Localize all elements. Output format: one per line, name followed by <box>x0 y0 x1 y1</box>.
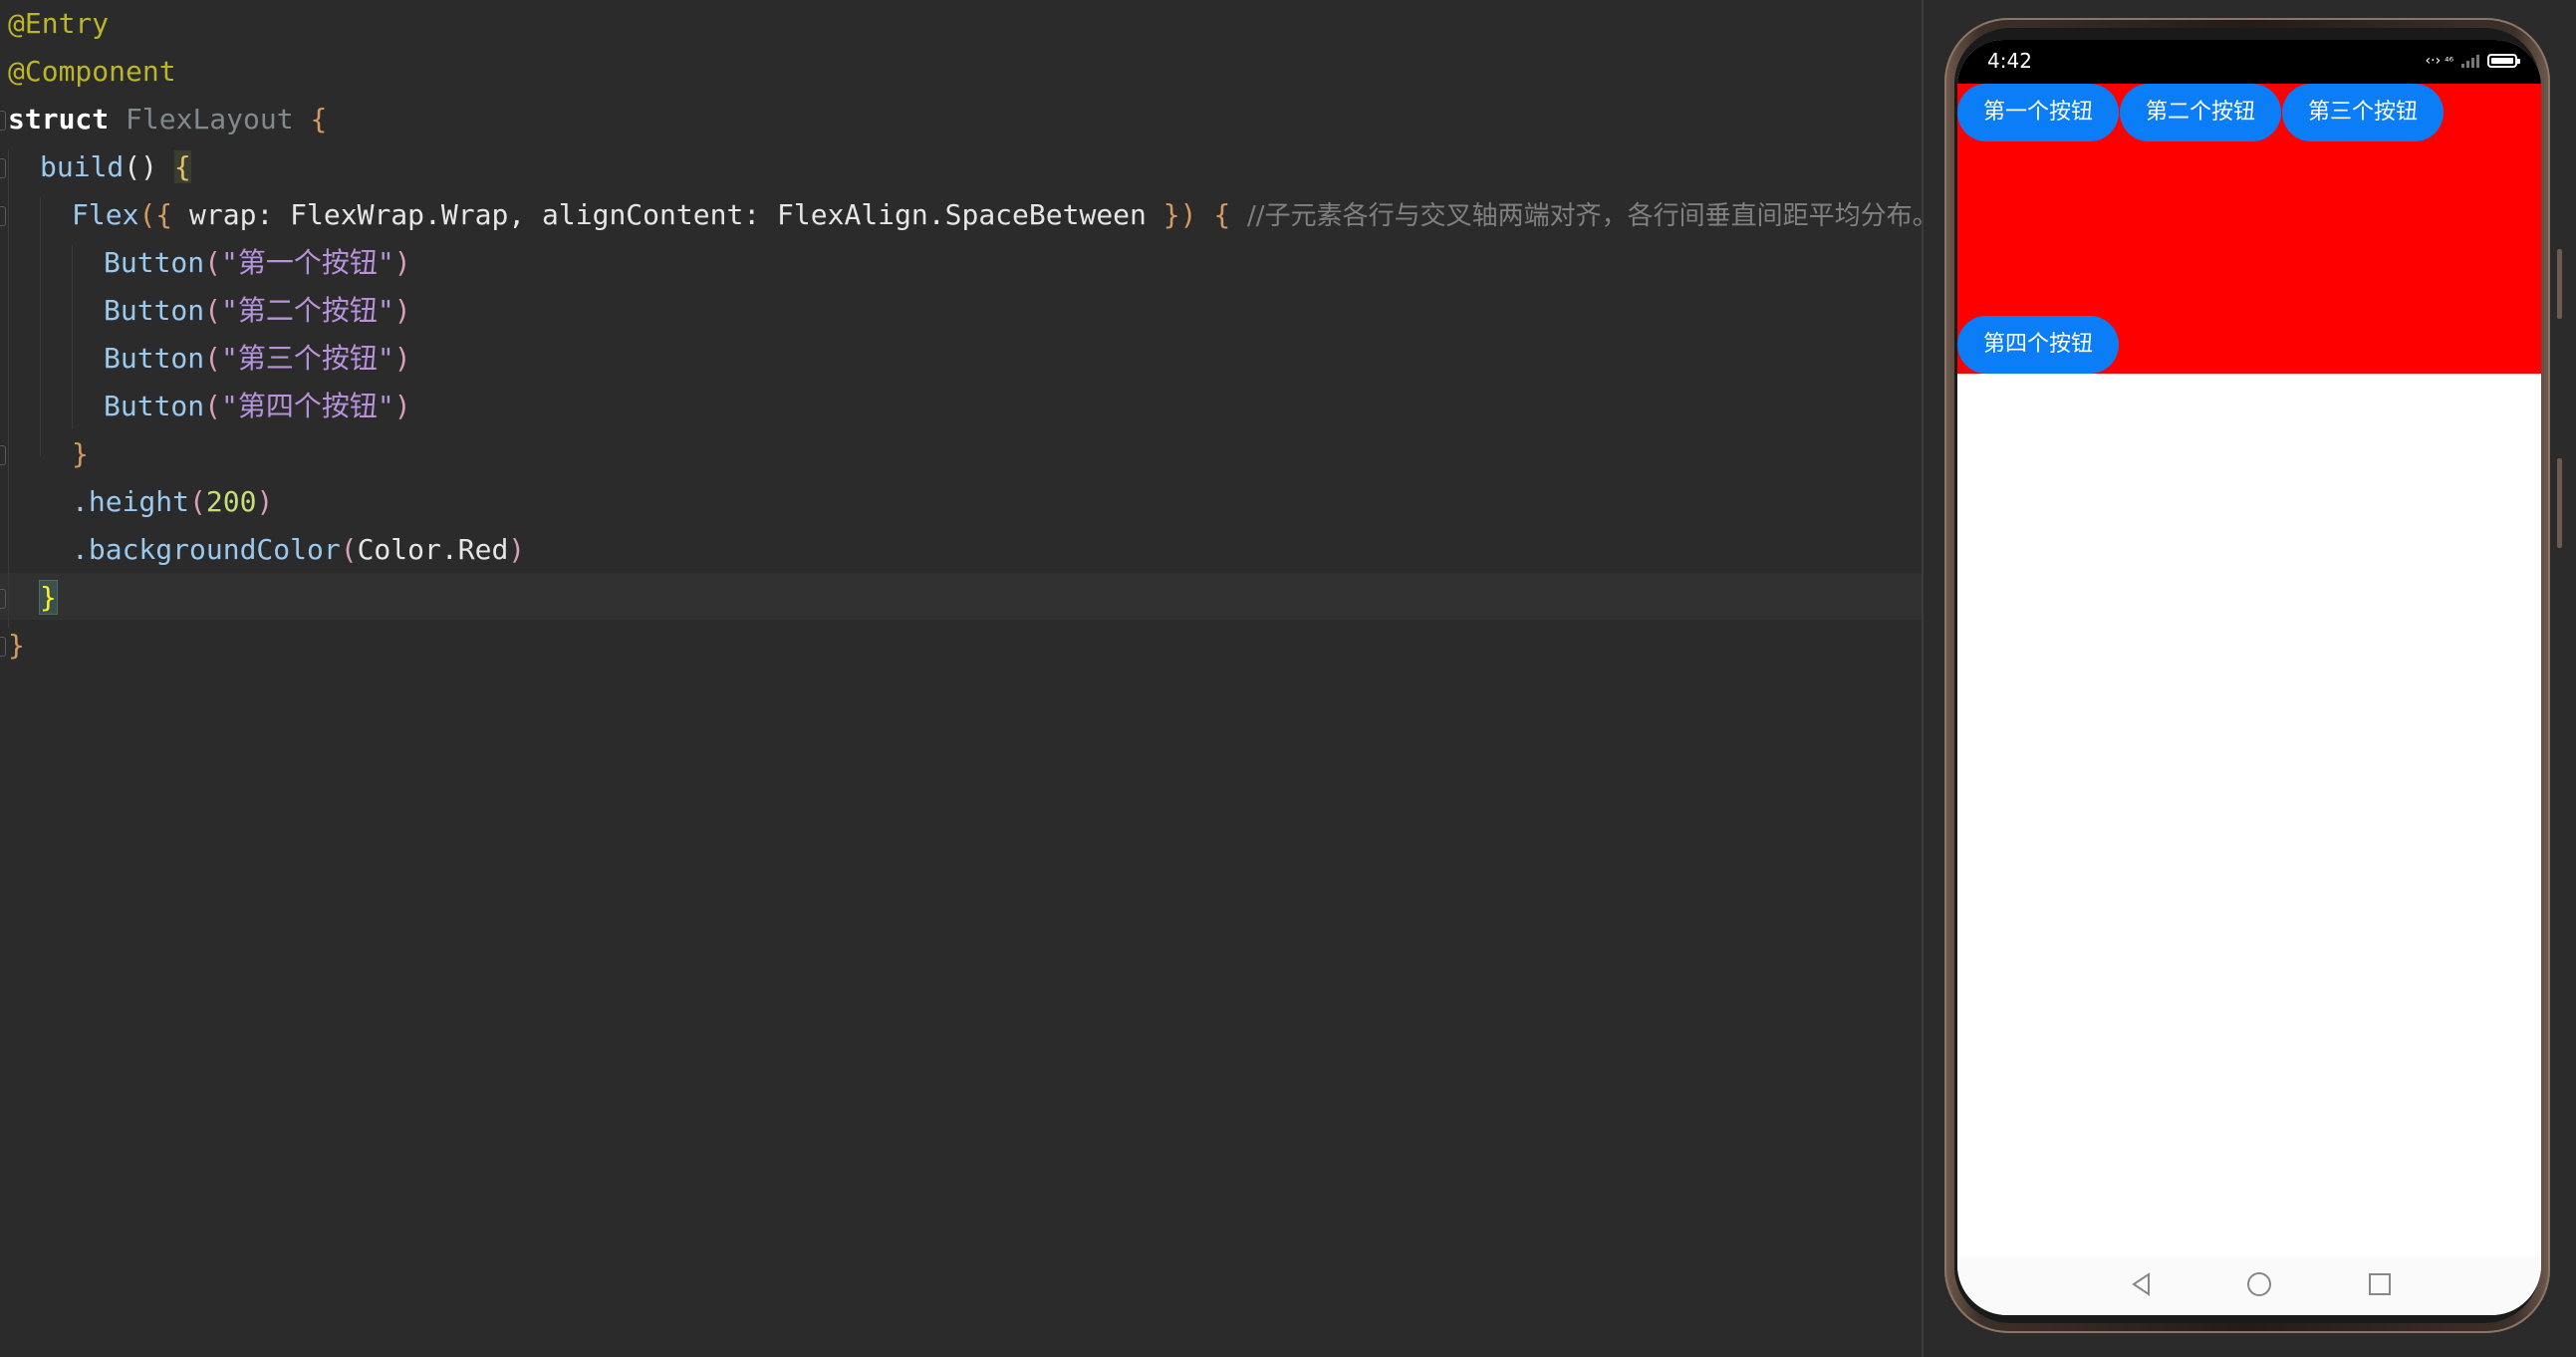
device-screen[interactable]: 4:42 ‹·› ⁴⁶ 第一个按钮 第二个按钮 第三个按钮 第四个按钮 <box>1957 40 2541 1315</box>
function-token: Flex <box>72 198 139 231</box>
paren-token: ( <box>204 246 222 279</box>
annotation-token: @Component <box>8 55 176 88</box>
indent-guide <box>40 197 41 456</box>
signal-icon <box>2461 54 2479 68</box>
paren-token: ( <box>204 294 222 327</box>
code-editor[interactable]: @Entry @Component struct FlexLayout { bu… <box>0 0 1938 1357</box>
keyword-token: struct <box>8 103 110 136</box>
annotation-token: @Entry <box>8 7 110 40</box>
button-second[interactable]: 第二个按钮 <box>2120 84 2281 141</box>
code-line-7[interactable]: Button("第二个按钮") <box>104 287 411 335</box>
fold-marker-icon[interactable] <box>0 589 6 609</box>
comment-token: //子元素各行与交叉轴两端对齐，各行间垂直间距平均分布。 <box>1247 201 1938 231</box>
code-line-14[interactable]: } <box>8 622 25 670</box>
string-token: "第四个按钮" <box>221 390 394 422</box>
function-token: build <box>40 150 125 183</box>
code-line-1[interactable]: @Entry <box>8 0 109 48</box>
ide-window: @Entry @Component struct FlexLayout { bu… <box>0 0 2576 1357</box>
back-icon[interactable] <box>2129 1271 2155 1297</box>
paren-token: ( <box>204 342 222 375</box>
code-line-8[interactable]: Button("第三个按钮") <box>104 335 411 383</box>
paren-token: ( <box>340 533 358 566</box>
navigation-bar <box>1957 1257 2541 1315</box>
code-line-2[interactable]: @Component <box>8 48 176 96</box>
function-token: Button <box>104 246 205 279</box>
recent-apps-icon[interactable] <box>2369 1273 2391 1295</box>
code-line-6[interactable]: Button("第一个按钮") <box>104 239 411 287</box>
button-first[interactable]: 第一个按钮 <box>1957 84 2119 141</box>
current-line-highlight <box>0 573 1922 620</box>
code-line-10[interactable]: } <box>72 430 89 478</box>
function-token: .backgroundColor <box>72 533 341 566</box>
home-icon[interactable] <box>2247 1272 2271 1296</box>
status-icons: ‹·› ⁴⁶ <box>2425 50 2520 72</box>
function-token: .height <box>72 485 190 518</box>
paren-token: ) <box>393 246 411 279</box>
function-token: Button <box>104 342 205 375</box>
args-token: wrap: FlexWrap.Wrap, alignContent: FlexA… <box>189 198 1163 231</box>
fold-marker-icon[interactable] <box>0 445 6 465</box>
status-time: 4:42 <box>1987 49 2032 73</box>
volume-button <box>2557 249 2562 319</box>
fold-marker-icon[interactable] <box>0 158 6 178</box>
button-fourth[interactable]: 第四个按钮 <box>1957 316 2119 374</box>
flex-container: 第一个按钮 第二个按钮 第三个按钮 第四个按钮 <box>1957 84 2541 374</box>
status-bar: 4:42 ‹·› ⁴⁶ <box>1957 40 2541 84</box>
brace-token: { <box>1213 198 1231 231</box>
struct-name-token: FlexLayout <box>109 103 294 136</box>
code-line-11[interactable]: .height(200) <box>72 478 273 526</box>
fold-marker-icon[interactable] <box>0 206 6 226</box>
paren-token: ) <box>393 342 411 375</box>
code-line-9[interactable]: Button("第四个按钮") <box>104 383 411 430</box>
power-button <box>2557 458 2562 548</box>
arg-token: Color.Red <box>357 533 509 566</box>
paren-token: () <box>124 150 158 183</box>
number-token: 200 <box>205 485 257 518</box>
signal-type-icon: ⁴⁶ <box>2445 54 2453 68</box>
function-token: Button <box>104 390 205 422</box>
code-line-3[interactable]: struct FlexLayout { <box>8 96 327 143</box>
code-line-13[interactable]: } <box>39 574 58 622</box>
code-line-4[interactable]: build() { <box>40 143 191 191</box>
paren-token: ( <box>204 390 222 422</box>
brace-token: } <box>39 580 58 615</box>
network-icon: ‹·› <box>2425 53 2442 69</box>
paren-token: ) <box>393 390 411 422</box>
fold-marker-icon[interactable] <box>0 637 6 657</box>
string-token: "第一个按钮" <box>221 246 394 279</box>
indent-guide <box>8 149 9 628</box>
string-token: "第二个按钮" <box>221 294 394 327</box>
brace-token: { <box>293 103 328 136</box>
paren-token: ({ <box>138 198 190 231</box>
function-token: Button <box>104 294 205 327</box>
button-third[interactable]: 第三个按钮 <box>2282 84 2444 141</box>
string-token: "第三个按钮" <box>221 342 394 375</box>
fold-marker-icon[interactable] <box>0 111 6 131</box>
battery-icon <box>2487 54 2520 68</box>
paren-token: ( <box>189 485 206 518</box>
code-line-5[interactable]: Flex({ wrap: FlexWrap.Wrap, alignContent… <box>72 191 1938 239</box>
brace-token: } <box>8 629 25 662</box>
paren-token: }) <box>1162 198 1197 231</box>
previewer-panel: 4:42 ‹·› ⁴⁶ 第一个按钮 第二个按钮 第三个按钮 第四个按钮 <box>1924 0 2576 1357</box>
paren-token: ) <box>508 533 526 566</box>
brace-token: } <box>72 437 89 470</box>
paren-token: ) <box>393 294 411 327</box>
code-line-12[interactable]: .backgroundColor(Color.Red) <box>72 526 525 574</box>
brace-token: { <box>173 150 191 183</box>
paren-token: ) <box>256 485 274 518</box>
indent-guide <box>72 245 73 429</box>
